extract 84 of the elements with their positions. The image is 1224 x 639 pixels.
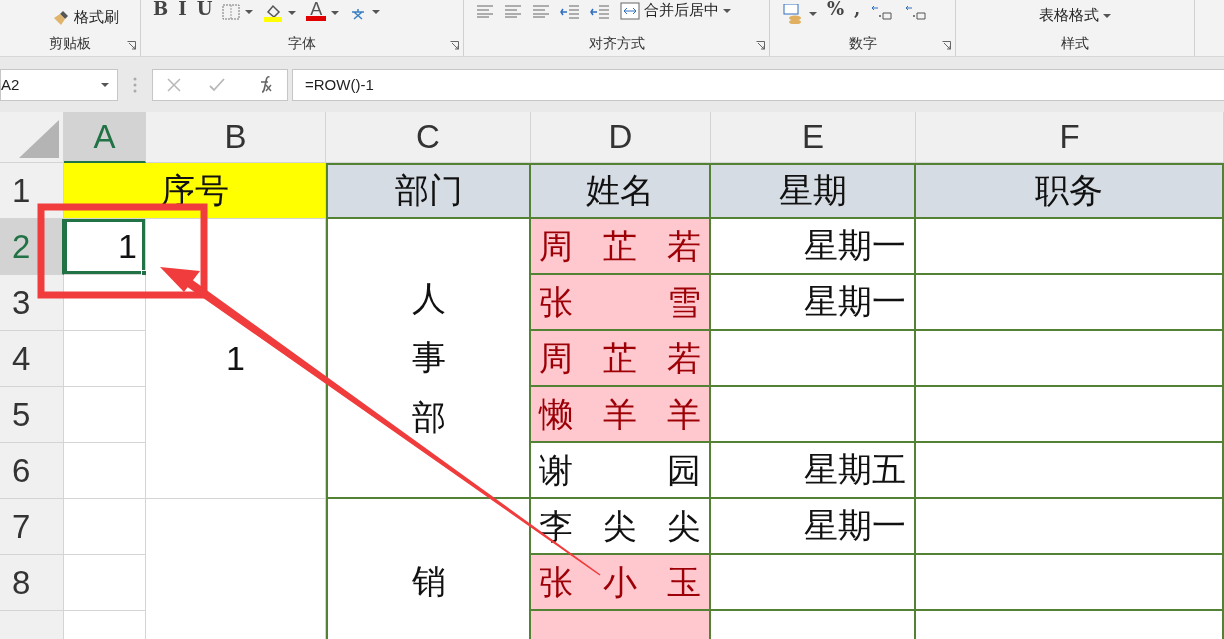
cell-reference: A2 <box>1 76 20 93</box>
table-cell[interactable] <box>916 331 1224 387</box>
drag-handle-icon[interactable] <box>133 76 137 93</box>
row-header[interactable]: 8 <box>0 555 64 611</box>
decimal-icon[interactable] <box>904 4 929 22</box>
column-header[interactable]: B <box>146 112 326 163</box>
header-cell[interactable]: 部门 <box>326 163 531 219</box>
caret-icon[interactable] <box>723 8 731 13</box>
enter-check-icon[interactable] <box>209 77 225 92</box>
format-button[interactable]: , <box>854 0 861 18</box>
merged-cell[interactable]: 1 <box>146 219 326 499</box>
format-button[interactable]: U <box>196 0 213 18</box>
group-label: 样式 <box>1061 35 1089 53</box>
table-cell[interactable] <box>916 443 1224 499</box>
table-cell[interactable] <box>916 387 1224 443</box>
header-cell[interactable]: 星期 <box>711 163 916 219</box>
row-header[interactable]: 6 <box>0 443 64 499</box>
table-cell[interactable] <box>916 219 1224 275</box>
caret-icon[interactable] <box>331 10 340 15</box>
table-cell[interactable] <box>711 331 916 387</box>
column-header[interactable]: E <box>711 112 916 163</box>
name-cell[interactable]: 张雪 <box>531 275 711 331</box>
table-cell[interactable] <box>916 555 1224 611</box>
merge-center-button[interactable]: 合并后居中 <box>620 1 731 20</box>
table-cell[interactable]: 星期五 <box>711 443 916 499</box>
name-cell[interactable]: 李尖尖 <box>531 499 711 555</box>
currency-icon[interactable] <box>782 4 804 24</box>
dialog-launcher-icon[interactable] <box>942 41 951 50</box>
format-button[interactable]: % <box>827 0 845 18</box>
table-cell[interactable]: 星期一 <box>711 219 916 275</box>
format-button[interactable]: I <box>178 0 187 18</box>
name-cell[interactable]: 周芷若 <box>531 331 711 387</box>
row-header[interactable]: 4 <box>0 331 64 387</box>
format-painter-button[interactable]: 格式刷 <box>52 8 119 27</box>
row-header[interactable]: 7 <box>0 499 64 555</box>
header-cell[interactable]: 职务 <box>916 163 1224 219</box>
group-label: 数字 <box>848 35 877 53</box>
dialog-launcher-icon[interactable] <box>450 41 459 50</box>
align-icon[interactable] <box>476 4 494 18</box>
table-cell[interactable]: 星期一 <box>711 499 916 555</box>
name-cell[interactable]: 懒羊羊 <box>531 387 711 443</box>
merged-cell[interactable]: 人事部 <box>326 219 531 499</box>
table-cell[interactable] <box>711 555 916 611</box>
font-color-button[interactable]: A <box>306 2 327 21</box>
table-cell[interactable] <box>916 275 1224 331</box>
caret-icon[interactable] <box>245 10 254 14</box>
merged-cell[interactable]: 销 <box>326 499 531 639</box>
row-header[interactable]: 3 <box>0 275 64 331</box>
brush-icon <box>52 8 70 27</box>
header-cell[interactable]: 序号 <box>64 163 326 219</box>
caret-icon[interactable] <box>101 82 109 87</box>
align-icon[interactable] <box>504 4 522 18</box>
format-button[interactable]: B <box>153 0 169 18</box>
caret-icon[interactable] <box>288 11 297 15</box>
table-cell[interactable] <box>916 499 1224 555</box>
fill-color-icon[interactable] <box>263 4 284 22</box>
dialog-launcher-icon[interactable] <box>127 41 136 50</box>
indent-icon[interactable] <box>560 4 580 20</box>
name-cell[interactable]: 周芷若 <box>531 219 711 275</box>
table-cell[interactable]: 星期一 <box>711 275 916 331</box>
table-cell[interactable]: 1 <box>64 219 146 275</box>
column-header[interactable]: A <box>64 112 146 163</box>
header-cell[interactable]: 姓名 <box>531 163 711 219</box>
name-cell[interactable]: 谢园 <box>531 443 711 499</box>
name-box[interactable]: A2 <box>0 68 118 101</box>
formula-field[interactable]: =ROW()-1 <box>292 68 1224 101</box>
name-cell[interactable]: 张小玉 <box>531 555 711 611</box>
align-icon[interactable] <box>532 4 550 18</box>
caret-icon[interactable] <box>372 10 381 14</box>
group-label: 字体 <box>288 35 316 53</box>
column-header[interactable]: F <box>916 112 1224 163</box>
column-header[interactable]: D <box>531 112 711 163</box>
caret-icon[interactable] <box>809 12 817 16</box>
row-header[interactable]: 5 <box>0 387 64 443</box>
caret-icon[interactable] <box>1103 13 1111 18</box>
group-label: 对齐方式 <box>588 35 645 53</box>
column-header[interactable]: C <box>326 112 531 163</box>
dialog-launcher-icon[interactable] <box>756 41 765 50</box>
decimal-icon[interactable] <box>870 4 895 22</box>
table-cell[interactable] <box>711 387 916 443</box>
format-as-table-button[interactable]: 表格格式 <box>1039 6 1111 25</box>
group-label: 剪贴板 <box>49 35 91 53</box>
row-header[interactable]: 1 <box>0 163 64 219</box>
indent-icon[interactable] <box>590 4 610 20</box>
